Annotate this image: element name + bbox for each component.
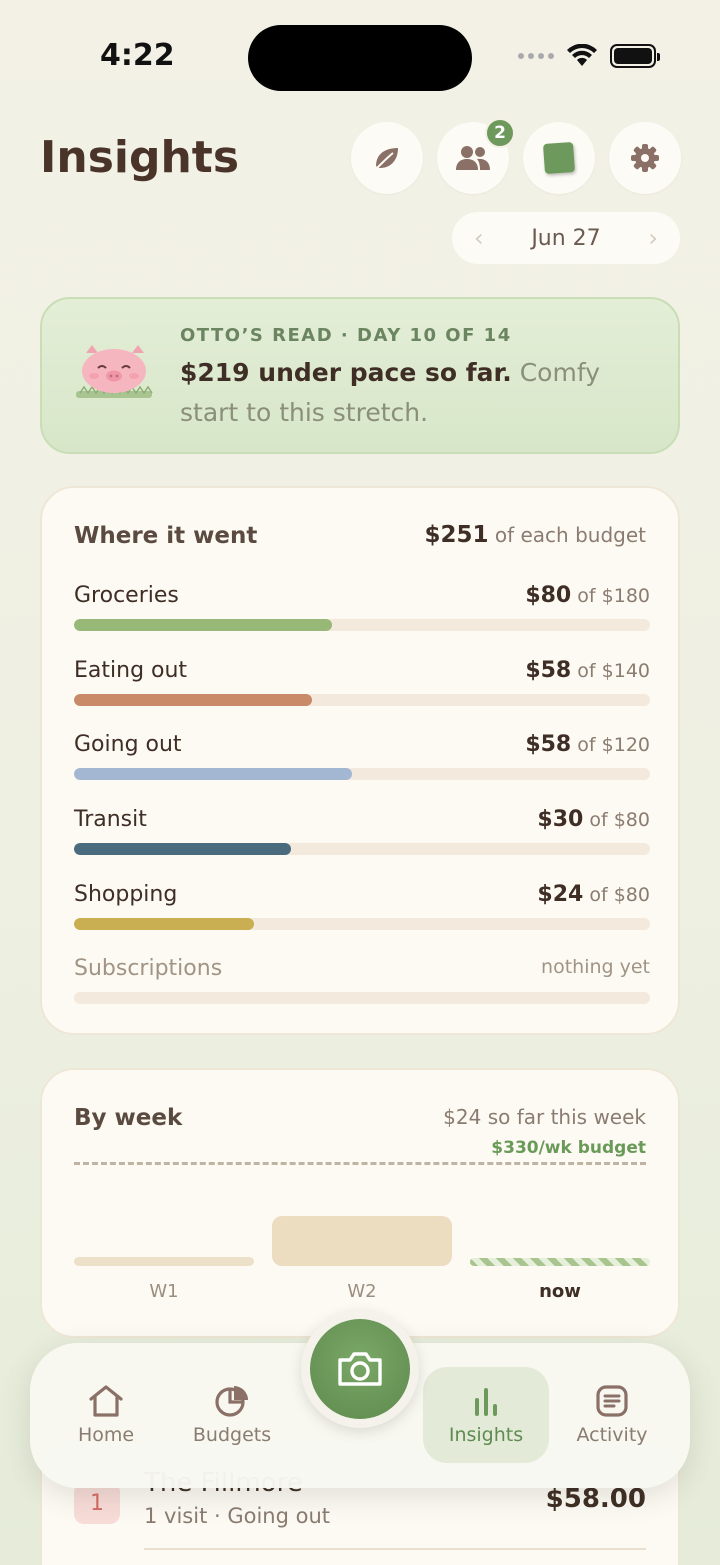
battery-icon	[610, 44, 660, 68]
progress-fill	[74, 768, 353, 780]
wifi-icon	[567, 44, 597, 66]
category-amount: $30 of $80	[537, 807, 650, 832]
category-row[interactable]: Shopping $24 of $80	[74, 882, 650, 942]
category-name: Groceries	[74, 583, 179, 608]
tab-label: Home	[77, 1424, 135, 1446]
place-subtitle: 1 visit · Going out	[144, 1504, 330, 1528]
category-amount: $24 of $80	[537, 882, 650, 907]
category-row[interactable]: Groceries $80 of $180	[74, 583, 650, 643]
progress-fill	[74, 843, 292, 855]
settings-button[interactable]	[609, 122, 681, 194]
progress-track	[74, 843, 650, 855]
category-row[interactable]: Subscriptions nothing yet	[74, 956, 650, 1016]
week-bar[interactable]	[74, 1257, 254, 1266]
total-suffix: of each budget	[488, 523, 646, 547]
progress-track	[74, 918, 650, 930]
spent: $24	[537, 882, 584, 907]
scan-receipt-button[interactable]	[301, 1310, 419, 1428]
rank-badge: 1	[74, 1482, 120, 1524]
chevron-left-icon[interactable]: ‹	[474, 224, 484, 252]
week-bar[interactable]	[272, 1216, 452, 1266]
category-name: Subscriptions	[74, 956, 223, 981]
where-it-went-card: Where it went $251 of each budget Grocer…	[40, 486, 680, 1035]
current-date[interactable]: Jun 27	[531, 226, 600, 251]
theme-button[interactable]	[523, 122, 595, 194]
otto-label: OTTO’S READ · DAY 10 OF 14	[180, 325, 512, 346]
tab-activity[interactable]: Activity	[549, 1367, 675, 1463]
category-empty-state: nothing yet	[541, 956, 650, 978]
progress-track	[74, 992, 650, 1004]
spent: $58	[525, 658, 572, 683]
week-label: W1	[149, 1281, 179, 1302]
budget-line	[74, 1162, 646, 1165]
week-label: W2	[347, 1281, 377, 1302]
otto-message: $219 under pace so far. Comfy start to t…	[180, 353, 660, 433]
this-week-total: $24 so far this week	[443, 1105, 646, 1129]
category-name: Eating out	[74, 658, 188, 683]
total-summary: $251 of each budget	[424, 522, 646, 548]
tab-label: Budgets	[192, 1424, 272, 1446]
progress-track	[74, 768, 650, 780]
progress-fill	[74, 694, 312, 706]
category-amount: $58 of $140	[525, 658, 650, 683]
camera-icon	[338, 1352, 382, 1386]
tab-budgets[interactable]: Budgets	[169, 1367, 295, 1463]
budget-label: $330/wk budget	[491, 1138, 646, 1158]
pig-mascot-icon	[76, 345, 153, 398]
category-amount: $58 of $120	[525, 732, 650, 757]
chevron-right-icon[interactable]: ›	[648, 224, 658, 252]
home-icon	[89, 1385, 123, 1417]
bar-chart-icon	[475, 1388, 497, 1416]
tab-label: Insights	[448, 1424, 524, 1446]
camera-button[interactable]	[310, 1319, 410, 1419]
divider	[144, 1548, 646, 1550]
budget: of $80	[583, 884, 650, 906]
date-navigator: ‹ Jun 27 ›	[452, 212, 680, 264]
budget: of $80	[583, 809, 650, 831]
status-time: 4:22	[100, 38, 175, 73]
pie-chart-icon	[215, 1386, 248, 1417]
progress-track	[74, 619, 650, 631]
budget: of $180	[571, 585, 650, 607]
signal-icon	[518, 53, 554, 59]
spent: $30	[537, 807, 584, 832]
place-amount: $58.00	[545, 1484, 646, 1514]
category-row[interactable]: Going out $58 of $120	[74, 732, 650, 792]
otto-insight-card: OTTO’S READ · DAY 10 OF 14 $219 under pa…	[40, 297, 680, 454]
progress-track	[74, 694, 650, 706]
leaf-button[interactable]	[351, 122, 423, 194]
card-title: By week	[74, 1105, 183, 1131]
color-swatch-icon	[542, 141, 576, 175]
tab-label: Activity	[576, 1424, 648, 1446]
card-title: Where it went	[74, 523, 258, 549]
category-name: Shopping	[74, 882, 178, 907]
budget: of $140	[571, 660, 650, 682]
by-week-card: By week $24 so far this week $330/wk bud…	[40, 1068, 680, 1338]
gear-icon	[631, 144, 659, 172]
status-icons	[518, 44, 660, 68]
dynamic-island	[248, 25, 472, 91]
tab-insights[interactable]: Insights	[423, 1367, 549, 1463]
tab-home[interactable]: Home	[43, 1367, 169, 1463]
category-row[interactable]: Eating out $58 of $140	[74, 658, 650, 718]
list-icon	[596, 1385, 628, 1417]
total-amount: $251	[424, 522, 489, 548]
spent: $58	[525, 732, 572, 757]
week-bar[interactable]	[470, 1258, 650, 1266]
progress-fill	[74, 918, 255, 930]
people-icon	[456, 146, 490, 170]
friends-badge: 2	[485, 118, 515, 148]
category-row[interactable]: Transit $30 of $80	[74, 807, 650, 867]
otto-headline: $219 under pace so far.	[180, 358, 512, 387]
category-amount: $80 of $180	[525, 583, 650, 608]
page-title: Insights	[40, 132, 240, 183]
category-name: Going out	[74, 732, 182, 757]
progress-fill	[74, 619, 333, 631]
friends-button[interactable]: 2	[437, 118, 515, 194]
category-name: Transit	[74, 807, 147, 832]
leaf-icon	[376, 148, 398, 169]
week-label-current: now	[539, 1281, 581, 1302]
budget: of $120	[571, 734, 650, 756]
spent: $80	[525, 583, 572, 608]
